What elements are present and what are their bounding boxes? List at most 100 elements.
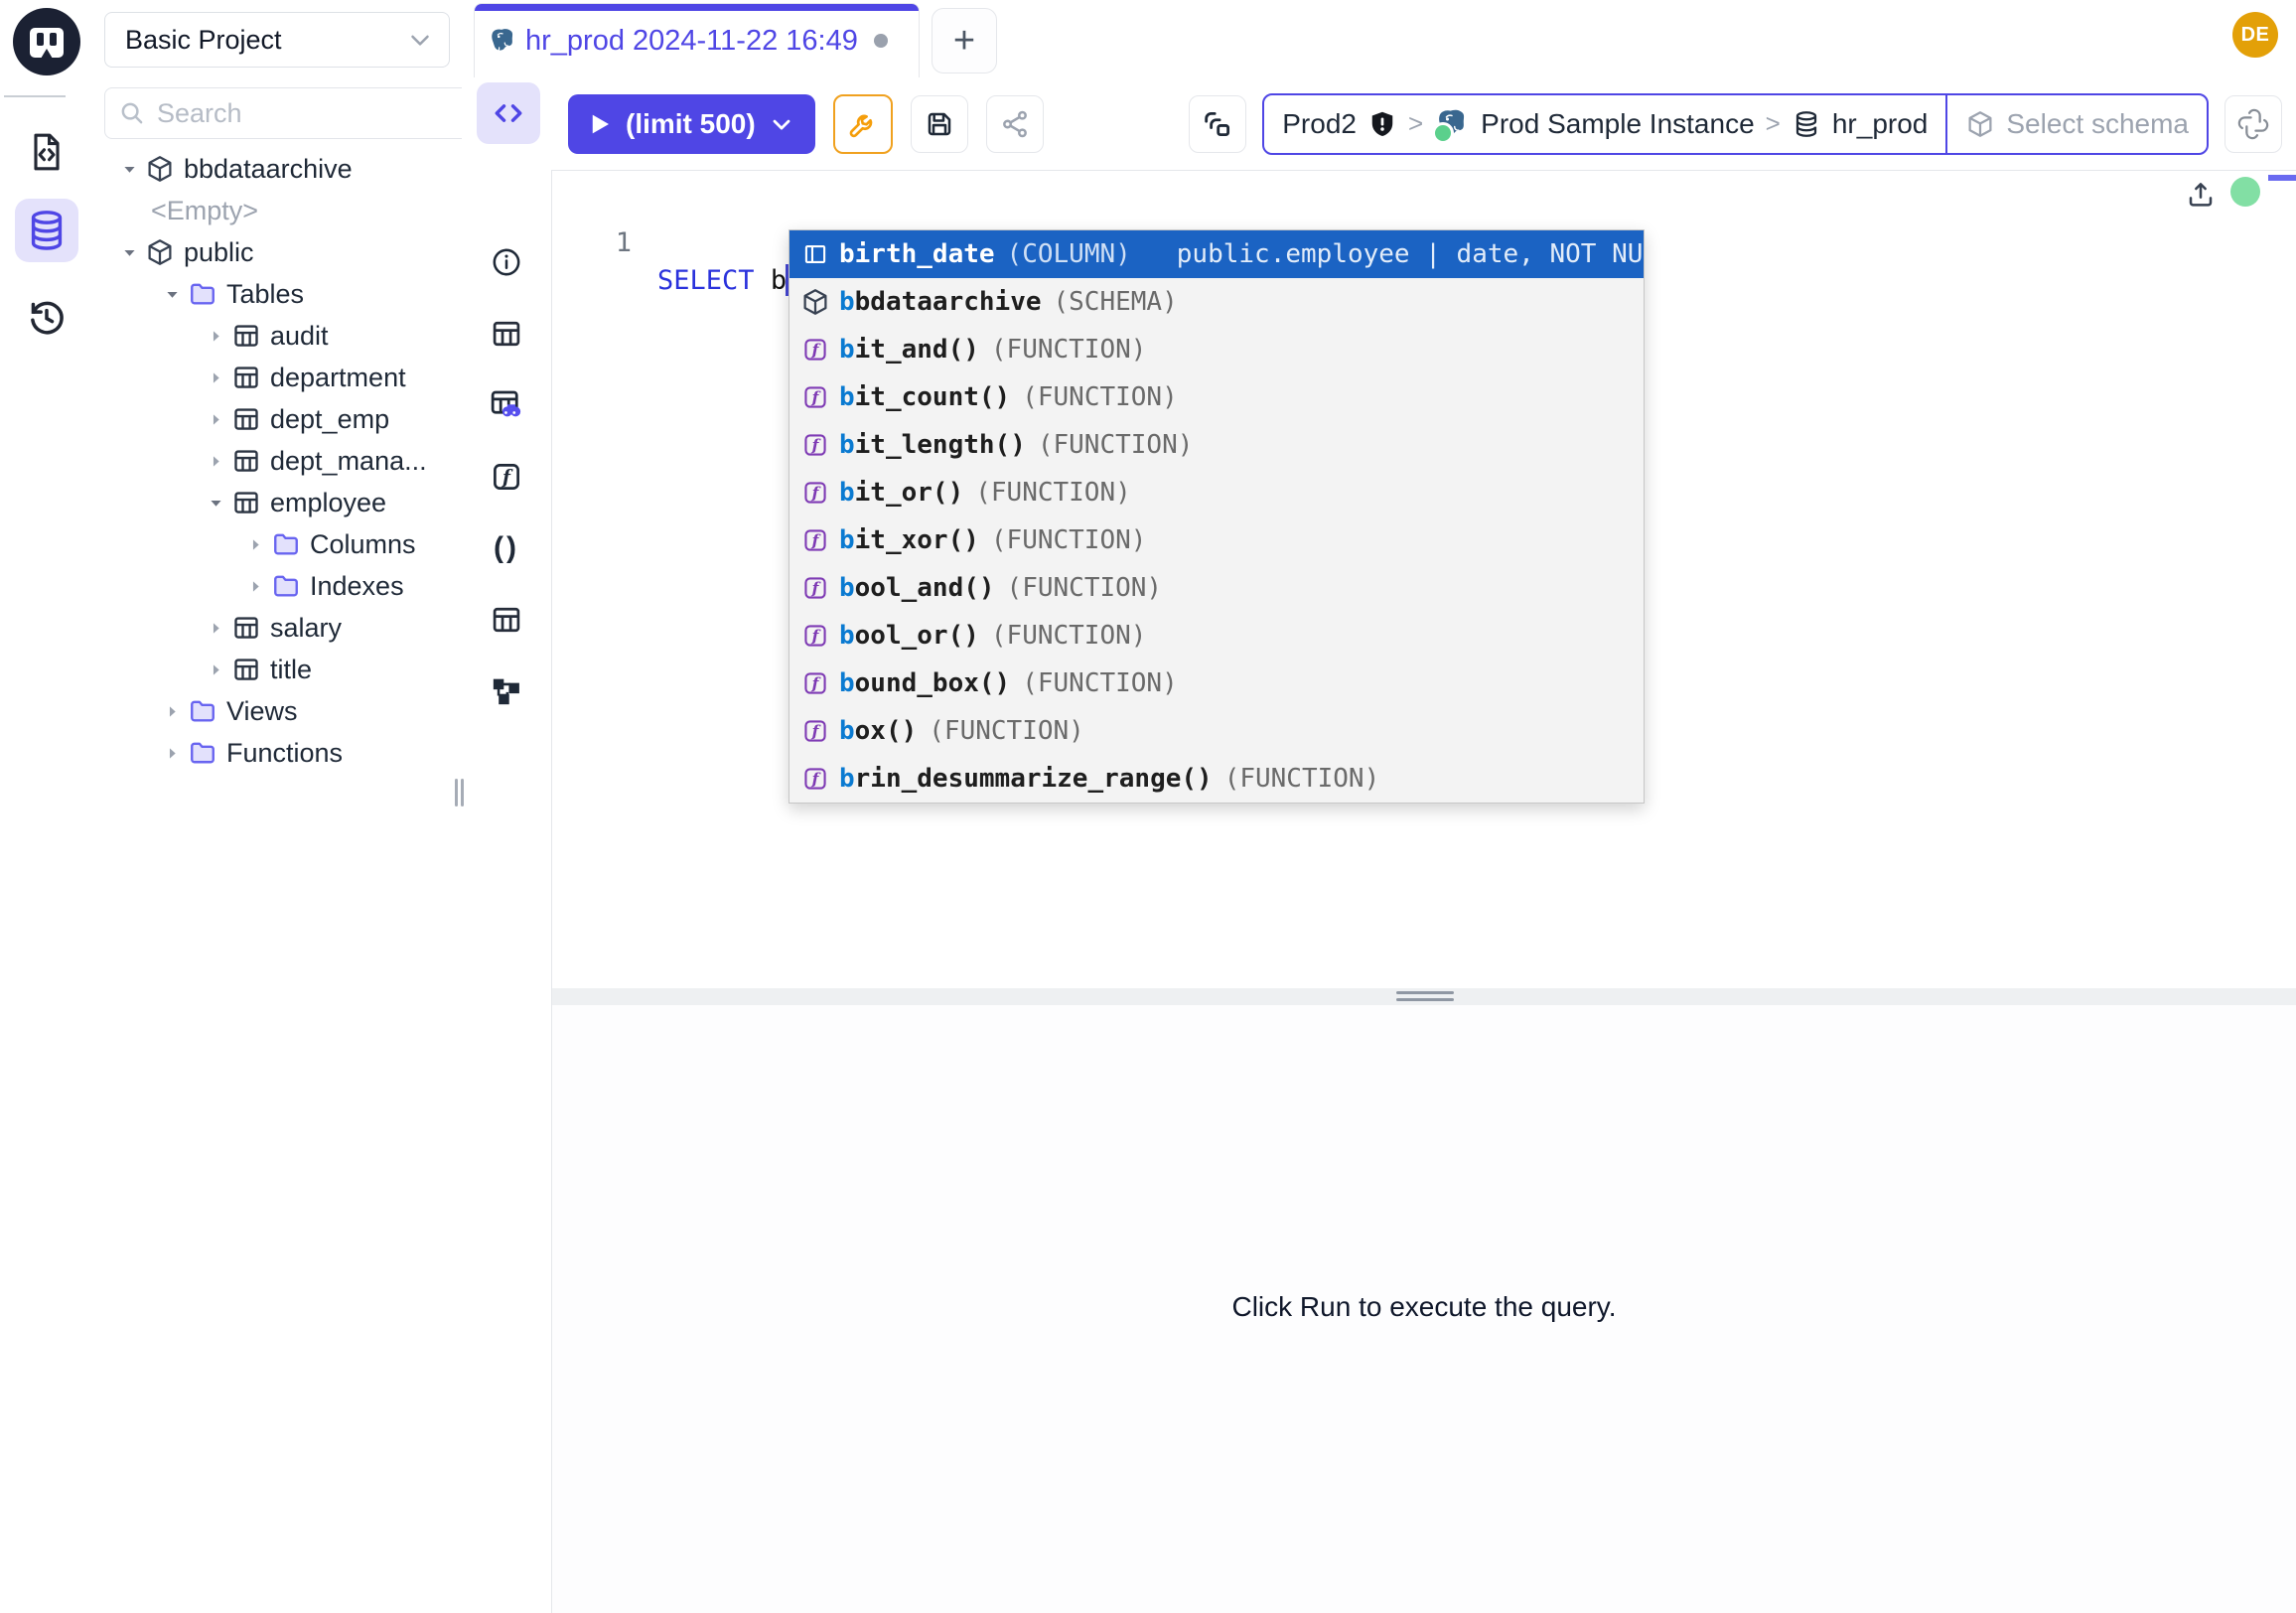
suggestion-kind: (FUNCTION) xyxy=(991,335,1147,365)
panel-splitter[interactable] xyxy=(552,988,2296,1005)
suggestion-name: bit_count() xyxy=(839,382,1010,412)
tree-item-salary[interactable]: salary xyxy=(94,607,460,649)
function-icon: f xyxy=(799,431,831,459)
table-icon xyxy=(490,603,523,637)
suggestion-birth_date[interactable]: birth_date(COLUMN)public.employee | date… xyxy=(789,230,1644,278)
tree-item-columns[interactable]: Columns xyxy=(94,523,460,565)
suggestion-bit_xor[interactable]: fbit_xor()(FUNCTION) xyxy=(789,516,1644,564)
tree-item-employee[interactable]: employee xyxy=(94,482,460,523)
tree-item-views[interactable]: Views xyxy=(94,690,460,732)
share-button[interactable] xyxy=(986,95,1044,153)
code-icon xyxy=(491,95,526,131)
tree-item--empty-[interactable]: <Empty> xyxy=(94,190,460,231)
info-button[interactable] xyxy=(489,244,524,280)
schema-icon xyxy=(145,237,175,267)
suggestion-bbdataarchive[interactable]: bbdataarchive(SCHEMA) xyxy=(789,278,1644,326)
database-nav-button[interactable] xyxy=(15,199,78,262)
column-icon xyxy=(799,240,831,268)
keyword-token: SELECT xyxy=(657,265,755,296)
suggestion-name: bit_and() xyxy=(839,335,979,365)
breadcrumb-path[interactable]: Prod2 > Prod Sample Instance > hr_prod xyxy=(1264,95,1945,153)
search-input[interactable] xyxy=(155,97,510,130)
parentheses-icon: () xyxy=(494,531,519,565)
suggestion-bit_length[interactable]: fbit_length()(FUNCTION) xyxy=(789,421,1644,469)
caret-right-icon[interactable] xyxy=(160,703,184,720)
schema-diagram-button[interactable] xyxy=(489,673,524,709)
ai-assistant-button[interactable] xyxy=(2224,95,2282,153)
tree-item-indexes[interactable]: Indexes xyxy=(94,565,460,607)
external-tables-button[interactable] xyxy=(489,602,524,638)
tree-item-audit[interactable]: audit xyxy=(94,315,460,357)
caret-down-icon[interactable] xyxy=(204,495,227,512)
table-info-button[interactable] xyxy=(489,316,524,352)
suggestion-kind: (FUNCTION) xyxy=(991,525,1147,555)
caret-right-icon[interactable] xyxy=(243,578,267,595)
tree-item-dept-mana-[interactable]: dept_mana... xyxy=(94,440,460,482)
app-rail xyxy=(0,0,95,1613)
tree-item-dept-emp[interactable]: dept_emp xyxy=(94,398,460,440)
results-panel: Click Run to execute the query. xyxy=(552,1005,2296,1613)
schema-icon xyxy=(799,287,831,317)
database-label: hr_prod xyxy=(1832,108,1929,140)
suggestion-bit_count[interactable]: fbit_count()(FUNCTION) xyxy=(789,373,1644,421)
worksheet-tab[interactable]: hr_prod 2024-11-22 16:49 xyxy=(474,3,920,77)
suggestion-brin_desummarize_range[interactable]: fbrin_desummarize_range()(FUNCTION) xyxy=(789,755,1644,803)
caret-right-icon[interactable] xyxy=(204,369,227,386)
sql-file-icon xyxy=(25,130,69,174)
save-icon xyxy=(924,108,955,140)
history-nav-button[interactable] xyxy=(15,286,78,350)
openai-icon xyxy=(2236,107,2270,141)
caret-right-icon[interactable] xyxy=(160,745,184,762)
bytebase-logo-icon[interactable] xyxy=(13,8,80,75)
save-button[interactable] xyxy=(911,95,968,153)
suggestion-bool_and[interactable]: fbool_and()(FUNCTION) xyxy=(789,564,1644,612)
caret-right-icon[interactable] xyxy=(243,536,267,553)
suggestion-bound_box[interactable]: fbound_box()(FUNCTION) xyxy=(789,660,1644,707)
caret-down-icon[interactable] xyxy=(117,244,141,261)
suggestion-bit_and[interactable]: f bit_and() (FUNCTION) xyxy=(789,326,1644,373)
tree-item-public[interactable]: public xyxy=(94,231,460,273)
caret-right-icon[interactable] xyxy=(204,620,227,637)
tree-item-functions[interactable]: Functions xyxy=(94,732,460,774)
sidebar-resize-handle[interactable] xyxy=(455,779,469,806)
function-icon: f xyxy=(799,336,831,364)
caret-right-icon[interactable] xyxy=(204,661,227,678)
caret-right-icon[interactable] xyxy=(204,411,227,428)
upload-icon[interactable] xyxy=(2185,179,2217,211)
search-icon xyxy=(117,98,147,128)
suggestion-bit_or[interactable]: fbit_or()(FUNCTION) xyxy=(789,469,1644,516)
caret-down-icon[interactable] xyxy=(117,161,141,178)
tree-item-bbdataarchive[interactable]: bbdataarchive xyxy=(94,148,460,190)
format-button[interactable] xyxy=(833,94,893,154)
project-name: Basic Project xyxy=(125,25,405,56)
code-view-button[interactable] xyxy=(477,82,540,144)
wrench-icon xyxy=(847,108,879,140)
project-selector[interactable]: Basic Project xyxy=(104,12,450,68)
suggestion-name: birth_date xyxy=(839,239,995,269)
tree-item-tables[interactable]: Tables xyxy=(94,273,460,315)
caret-right-icon[interactable] xyxy=(204,328,227,345)
select-schema-button[interactable]: Select schema xyxy=(1947,95,2207,153)
tab-label: hr_prod 2024-11-22 16:49 xyxy=(525,25,858,58)
tree-item-department[interactable]: department xyxy=(94,357,460,398)
run-button[interactable]: (limit 500) xyxy=(568,94,815,154)
suggestion-name: bool_and() xyxy=(839,573,995,603)
suggestion-bool_or[interactable]: fbool_or()(FUNCTION) xyxy=(789,612,1644,660)
caret-down-icon[interactable] xyxy=(160,286,184,303)
tree-item-title[interactable]: title xyxy=(94,649,460,690)
tree-item-label: public xyxy=(184,237,254,268)
connection-breadcrumb: Prod2 > Prod Sample Instance > hr_prod S… xyxy=(1262,93,2209,155)
sql-editor[interactable]: 1 SELECT birth_date FROM public.employee… xyxy=(552,171,2296,988)
data-masking-button[interactable] xyxy=(489,387,524,423)
worksheet-nav-button[interactable] xyxy=(15,120,78,184)
procedures-button[interactable]: () xyxy=(489,530,524,566)
avatar[interactable]: DE xyxy=(2232,12,2278,58)
functions-button[interactable]: f xyxy=(489,459,524,495)
svg-text:f: f xyxy=(501,468,513,489)
tree-item-label: dept_emp xyxy=(270,404,389,435)
connection-button[interactable] xyxy=(1189,95,1246,153)
suggestion-kind: (FUNCTION) xyxy=(975,478,1131,508)
suggestion-box[interactable]: fbox()(FUNCTION) xyxy=(789,707,1644,755)
caret-right-icon[interactable] xyxy=(204,453,227,470)
new-tab-button[interactable]: + xyxy=(932,8,997,73)
